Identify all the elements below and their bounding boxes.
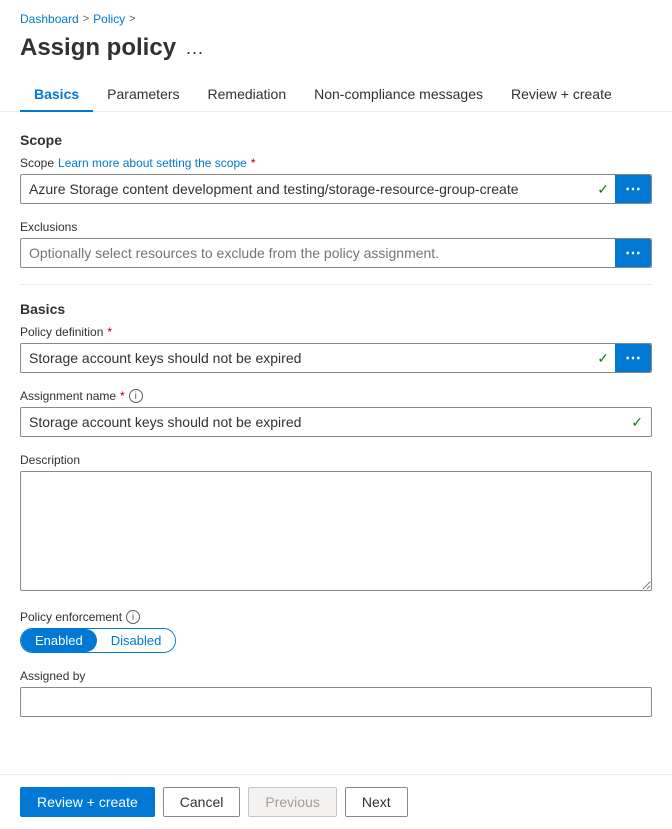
assignment-name-form-group: Assignment name * i ✓ xyxy=(20,389,652,437)
policy-definition-required: * xyxy=(107,325,112,339)
scope-label: Scope Learn more about setting the scope… xyxy=(20,156,652,170)
breadcrumb-sep-1: > xyxy=(83,13,89,25)
next-button[interactable]: Next xyxy=(345,787,408,817)
breadcrumb-policy[interactable]: Policy xyxy=(93,12,125,26)
more-options-icon[interactable]: ... xyxy=(186,38,204,59)
policy-enforcement-toggle[interactable]: Enabled Disabled xyxy=(20,628,176,653)
scope-value: Azure Storage content development and te… xyxy=(21,175,591,203)
assigned-by-form-group: Assigned by xyxy=(20,669,652,717)
assigned-by-input[interactable] xyxy=(20,687,652,717)
breadcrumb-dashboard[interactable]: Dashboard xyxy=(20,12,79,26)
previous-button: Previous xyxy=(248,787,336,817)
tab-basics[interactable]: Basics xyxy=(20,78,93,112)
footer: Review + create Cancel Previous Next xyxy=(0,774,672,829)
assignment-name-info-icon[interactable]: i xyxy=(129,389,143,403)
basics-section-title: Basics xyxy=(20,301,652,317)
scope-learn-more-link[interactable]: Learn more about setting the scope xyxy=(58,156,247,170)
tab-parameters[interactable]: Parameters xyxy=(93,78,193,112)
policy-enforcement-form-group: Policy enforcement i Enabled Disabled xyxy=(20,610,652,653)
tabs: Basics Parameters Remediation Non-compli… xyxy=(0,78,672,112)
section-divider-1 xyxy=(20,284,652,285)
scope-check-icon: ✓ xyxy=(591,175,615,203)
page-title: Assign policy xyxy=(20,34,176,62)
description-form-group: Description xyxy=(20,453,652,594)
content-area: Scope Scope Learn more about setting the… xyxy=(0,112,672,813)
assignment-name-input[interactable] xyxy=(21,408,623,436)
policy-enforcement-info-icon[interactable]: i xyxy=(126,610,140,624)
scope-browse-button[interactable]: ⋯ xyxy=(615,175,651,203)
policy-definition-browse-button[interactable]: ⋯ xyxy=(615,344,651,372)
description-textarea[interactable] xyxy=(20,471,652,591)
assigned-by-label: Assigned by xyxy=(20,669,652,683)
tab-remediation[interactable]: Remediation xyxy=(194,78,301,112)
toggle-enabled[interactable]: Enabled xyxy=(21,629,97,652)
policy-definition-value: Storage account keys should not be expir… xyxy=(21,344,591,372)
breadcrumb: Dashboard > Policy > xyxy=(0,0,672,30)
tab-review-create[interactable]: Review + create xyxy=(497,78,626,112)
toggle-disabled[interactable]: Disabled xyxy=(97,629,176,652)
assignment-name-check-icon: ✓ xyxy=(623,414,651,431)
assignment-name-label: Assignment name * i xyxy=(20,389,652,403)
policy-definition-check-icon: ✓ xyxy=(591,344,615,372)
page-header: Assign policy ... xyxy=(0,30,672,78)
tab-non-compliance[interactable]: Non-compliance messages xyxy=(300,78,497,112)
exclusions-browse-button[interactable]: ⋯ xyxy=(615,239,651,267)
policy-definition-label: Policy definition * xyxy=(20,325,652,339)
exclusions-form-group: Exclusions ⋯ xyxy=(20,220,652,268)
exclusions-input-row: ⋯ xyxy=(20,238,652,268)
scope-form-group: Scope Learn more about setting the scope… xyxy=(20,156,652,204)
scope-input-row: Azure Storage content development and te… xyxy=(20,174,652,204)
assignment-name-input-row: ✓ xyxy=(20,407,652,437)
policy-definition-input-row: Storage account keys should not be expir… xyxy=(20,343,652,373)
policy-enforcement-label: Policy enforcement i xyxy=(20,610,652,624)
scope-required: * xyxy=(251,156,256,170)
description-label: Description xyxy=(20,453,652,467)
review-create-button[interactable]: Review + create xyxy=(20,787,155,817)
scope-section-title: Scope xyxy=(20,132,652,148)
policy-definition-form-group: Policy definition * Storage account keys… xyxy=(20,325,652,373)
assignment-name-required: * xyxy=(120,389,125,403)
exclusions-label: Exclusions xyxy=(20,220,652,234)
cancel-button[interactable]: Cancel xyxy=(163,787,241,817)
breadcrumb-sep-2: > xyxy=(129,13,135,25)
exclusions-input[interactable] xyxy=(21,239,615,267)
